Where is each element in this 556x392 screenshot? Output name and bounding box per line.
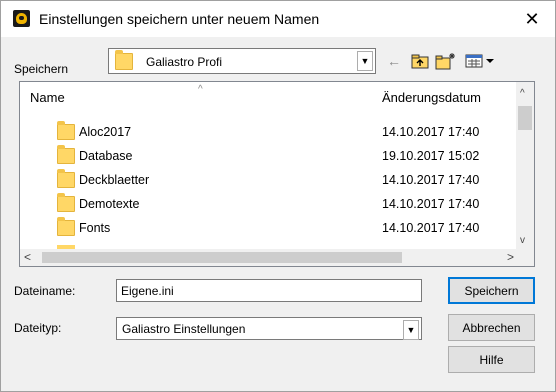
file-date: 19.10.2017 15:02 xyxy=(382,149,480,163)
horizontal-scrollbar[interactable]: < > xyxy=(20,249,518,266)
chevron-down-icon[interactable]: ▼ xyxy=(357,51,373,71)
file-name: Fonts xyxy=(79,221,111,235)
file-name: Aloc2017 xyxy=(79,125,132,139)
list-item[interactable]: Fonts 14.10.2017 17:40 xyxy=(20,216,520,240)
galiastro-app-icon xyxy=(13,10,30,27)
file-name: Demotexte xyxy=(79,197,140,211)
folder-icon xyxy=(115,50,133,70)
vertical-scrollbar[interactable]: ^ v xyxy=(516,82,534,250)
up-folder-icon xyxy=(411,54,429,69)
save-in-dropdown[interactable]: Galiastro Profi ▼ xyxy=(108,48,376,74)
list-item[interactable]: Database 19.10.2017 15:02 xyxy=(20,144,520,168)
column-header-date[interactable]: Änderungsdatum xyxy=(382,82,481,112)
file-date: 14.10.2017 17:40 xyxy=(382,125,480,139)
chevron-right-icon[interactable]: > xyxy=(507,250,514,264)
list-item[interactable]: Deckblaetter 14.10.2017 17:40 xyxy=(20,168,520,192)
file-date: 14.10.2017 17:40 xyxy=(382,221,480,235)
view-menu-button[interactable] xyxy=(463,51,497,71)
save-button[interactable]: Speichern xyxy=(448,277,535,304)
title-bar: Einstellungen speichern unter neuem Name… xyxy=(1,1,555,37)
file-date: 14.10.2017 17:40 xyxy=(382,173,480,187)
filename-label: Dateiname: xyxy=(14,284,76,298)
new-folder-icon xyxy=(435,53,455,70)
scroll-thumb[interactable] xyxy=(42,252,402,263)
sort-arrow-icon: ^ xyxy=(198,84,203,95)
folder-icon xyxy=(57,121,75,140)
filetype-dropdown[interactable]: Galiastro Einstellungen ▼ xyxy=(116,317,422,340)
chevron-down-icon[interactable]: ▼ xyxy=(403,320,419,340)
cancel-button[interactable]: Abbrechen xyxy=(448,314,535,341)
save-in-label: Speichern xyxy=(14,62,69,76)
close-button[interactable]: ✕ xyxy=(509,1,555,37)
list-item[interactable]: Aloc2017 14.10.2017 17:40 xyxy=(20,120,520,144)
folder-icon xyxy=(57,193,75,212)
filename-field[interactable] xyxy=(116,279,422,302)
view-menu-icon xyxy=(465,54,494,68)
filetype-label: Dateityp: xyxy=(14,321,62,335)
dialog-title: Einstellungen speichern unter neuem Name… xyxy=(39,11,320,27)
scroll-corner xyxy=(516,249,534,266)
column-header-name[interactable]: Name xyxy=(30,82,65,112)
filetype-value: Galiastro Einstellungen xyxy=(122,322,246,336)
new-folder-button[interactable] xyxy=(435,51,457,71)
back-arrow-icon: ← xyxy=(387,53,401,69)
scroll-thumb[interactable] xyxy=(518,106,532,130)
folder-icon xyxy=(57,145,75,164)
folder-icon xyxy=(57,169,75,188)
folder-icon xyxy=(57,217,75,236)
save-in-value: Galiastro Profi xyxy=(146,55,223,69)
save-settings-dialog: Einstellungen speichern unter neuem Name… xyxy=(0,0,556,392)
list-item[interactable]: Demotexte 14.10.2017 17:40 xyxy=(20,192,520,216)
chevron-down-icon[interactable]: v xyxy=(520,235,525,246)
chevron-up-icon[interactable]: ^ xyxy=(520,88,525,99)
up-folder-button[interactable] xyxy=(410,51,430,71)
help-button[interactable]: Hilfe xyxy=(448,346,535,373)
back-button[interactable]: ← xyxy=(385,51,403,71)
chevron-left-icon[interactable]: < xyxy=(24,250,31,264)
file-date: 14.10.2017 17:40 xyxy=(382,197,480,211)
file-list[interactable]: Name ^ Änderungsdatum Aloc2017 14.10.201… xyxy=(19,81,535,267)
file-name: Deckblaetter xyxy=(79,173,150,187)
close-icon: ✕ xyxy=(524,8,540,29)
file-name: Database xyxy=(79,149,133,163)
